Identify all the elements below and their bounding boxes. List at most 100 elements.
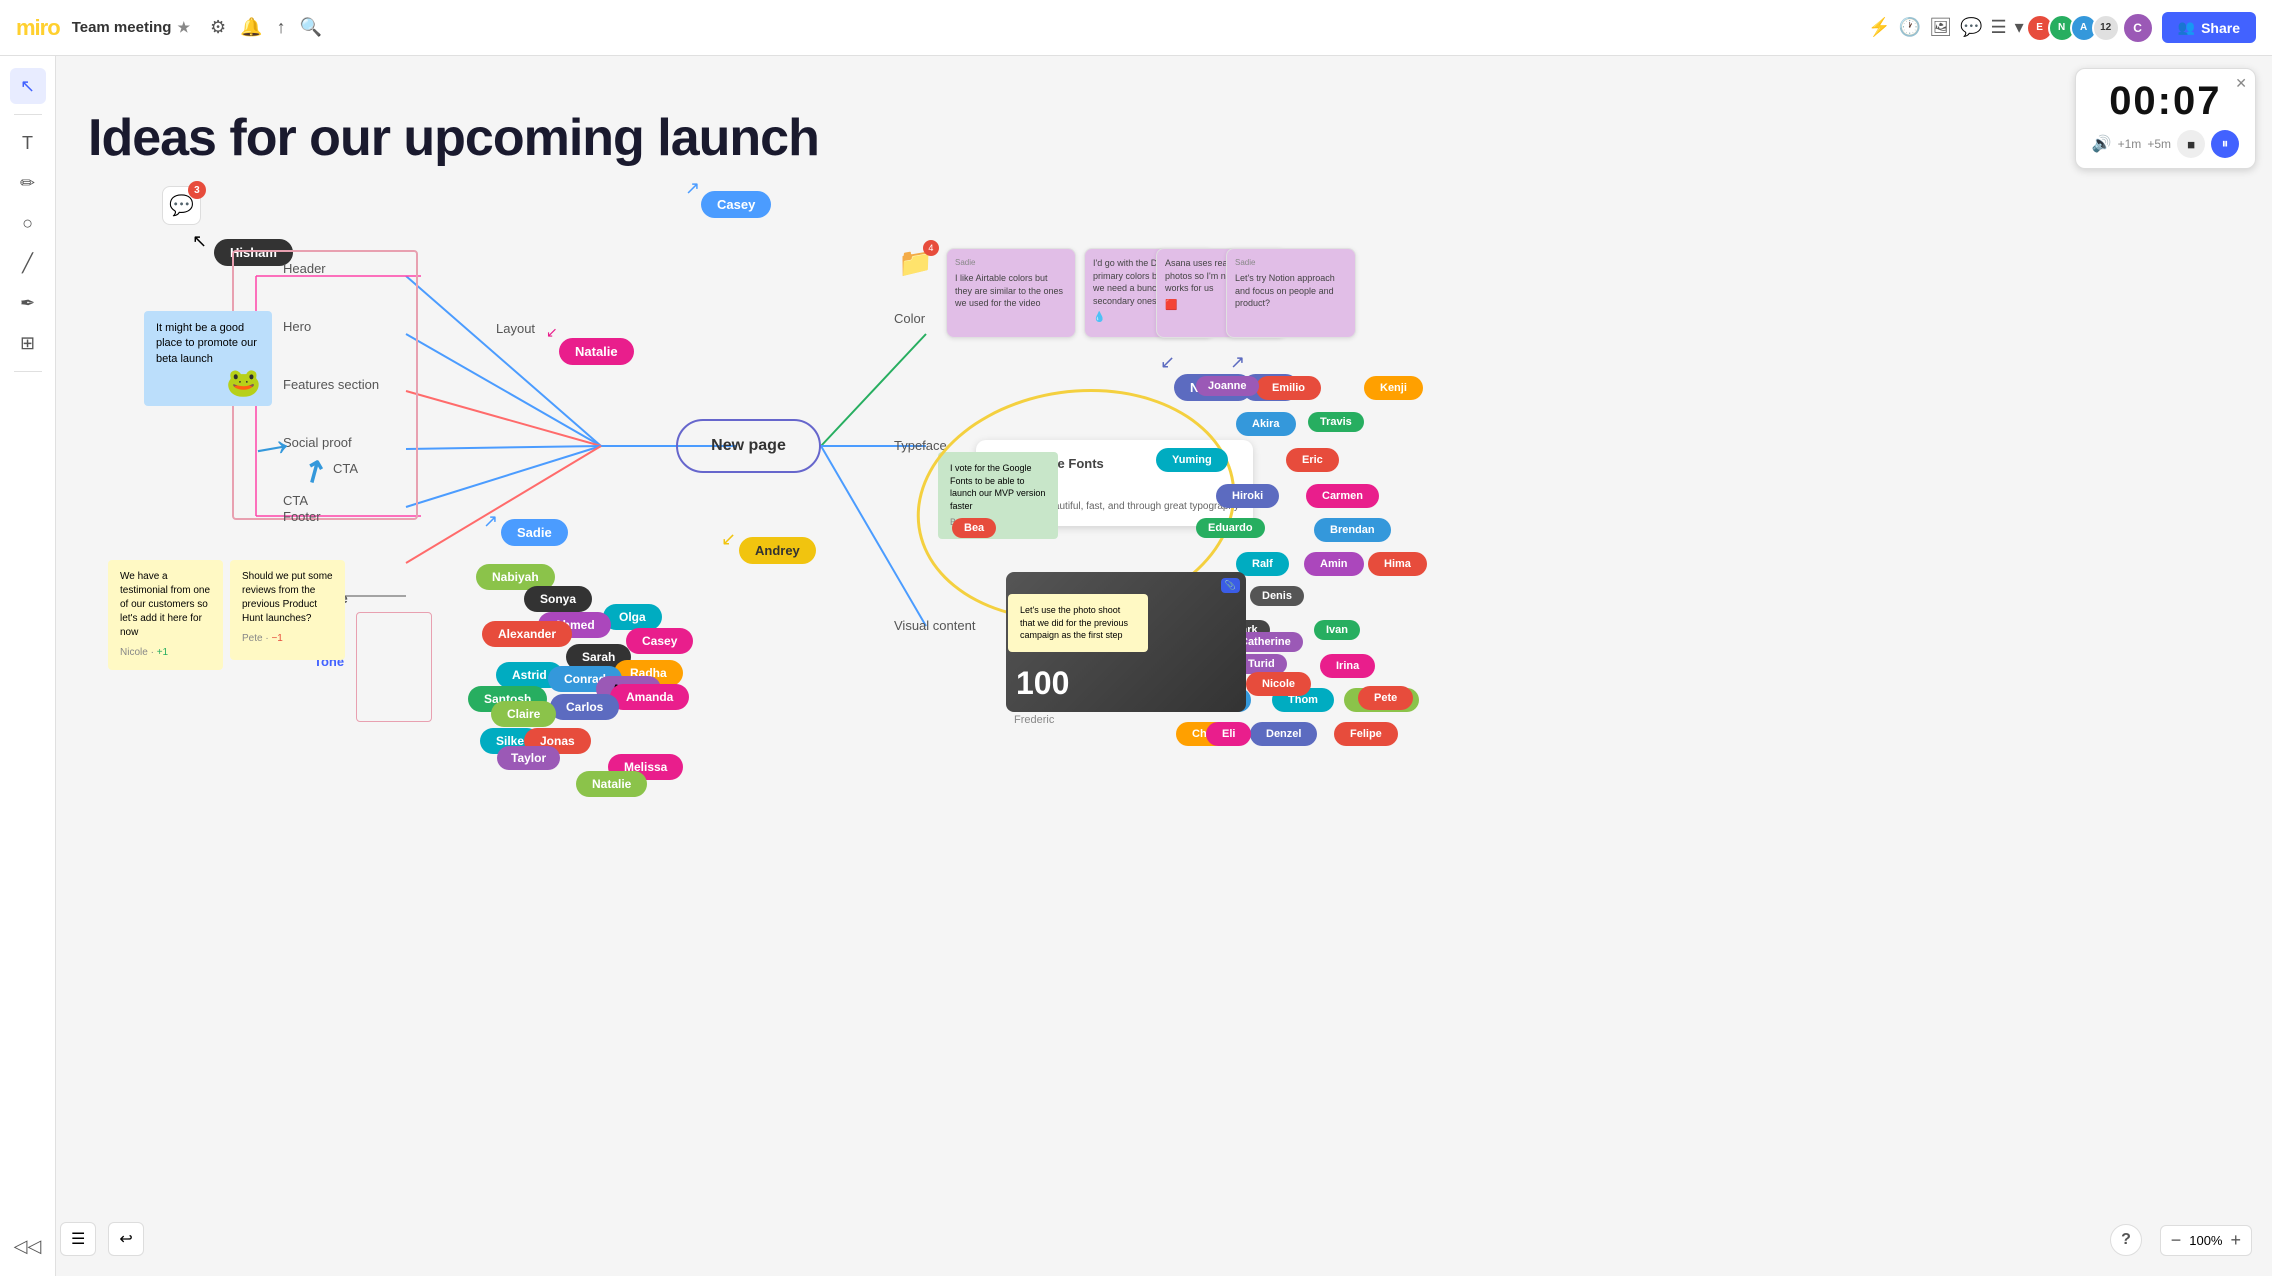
pages-button[interactable]: ☰ xyxy=(60,1222,96,1256)
avatar-count[interactable]: 12 xyxy=(2092,14,2120,42)
arrow-decoration: → xyxy=(241,407,300,473)
user-avatar[interactable]: C xyxy=(2122,12,2154,44)
board-title[interactable]: Team meeting ★ xyxy=(72,19,190,36)
label-typeface: Typeface xyxy=(894,438,947,453)
sticky-photo-shoot[interactable]: Let's use the photo shoot that we did fo… xyxy=(1008,594,1148,652)
grid-tool[interactable]: ⊞ xyxy=(10,325,46,361)
node-brendan[interactable]: Brendan xyxy=(1314,518,1391,542)
node-casey-bottom[interactable]: Casey xyxy=(626,628,693,654)
node-kenji[interactable]: Kenji xyxy=(1364,376,1423,400)
node-travis[interactable]: Travis xyxy=(1308,412,1364,432)
node-alexander[interactable]: Alexander xyxy=(482,621,572,647)
node-emilio[interactable]: Emilio xyxy=(1256,376,1321,400)
card-airtable[interactable]: Sadie I like Airtable colors but they ar… xyxy=(946,248,1076,338)
node-eli[interactable]: Eli xyxy=(1206,722,1251,746)
node-akira[interactable]: Akira xyxy=(1236,412,1296,436)
sticky-user-1: Nicole · +1 xyxy=(120,646,211,660)
comment-bubble[interactable]: 💬 3 xyxy=(162,186,201,225)
zoom-level: 100% xyxy=(2189,1233,2222,1248)
node-joanne[interactable]: Joanne xyxy=(1196,376,1259,396)
node-olga[interactable]: Olga xyxy=(603,604,662,630)
card-text-4: Let's try Notion approach and focus on p… xyxy=(1235,272,1347,310)
search-icon[interactable]: 🔍 xyxy=(300,17,322,38)
node-eric[interactable]: Eric xyxy=(1286,448,1339,472)
node-hima[interactable]: Hima xyxy=(1368,552,1427,576)
bottom-left-tools: ☰ ↩ xyxy=(60,1222,144,1256)
sticky-testimonial[interactable]: We have a testimonial from one of our cu… xyxy=(108,560,223,670)
node-pete[interactable]: Pete xyxy=(1358,686,1413,710)
label-footer: Footer xyxy=(283,509,321,524)
timer-pause-button[interactable]: ⏸ xyxy=(2211,130,2239,158)
settings-icon[interactable]: ⚙ xyxy=(210,17,226,38)
cursor-hisham: ↖ xyxy=(192,231,207,252)
node-nicole[interactable]: Nicole xyxy=(1246,672,1311,696)
topbar-icons: ⚙ 🔔 ↑ 🔍 xyxy=(210,17,322,38)
node-carlos[interactable]: Carlos xyxy=(550,694,619,720)
node-carmen[interactable]: Carmen xyxy=(1306,484,1379,508)
node-yuming[interactable]: Yuming xyxy=(1156,448,1228,472)
node-eduardo[interactable]: Eduardo xyxy=(1196,518,1265,538)
node-ivan[interactable]: Ivan xyxy=(1314,620,1360,640)
node-natalie-bottom[interactable]: Natalie xyxy=(576,771,647,797)
zoom-in-button[interactable]: + xyxy=(2230,1230,2241,1251)
cursor-natalie: ↙ xyxy=(546,324,558,341)
node-denzel[interactable]: Denzel xyxy=(1250,722,1317,746)
text-tool[interactable]: T xyxy=(10,125,46,161)
undo-button[interactable]: ↩ xyxy=(108,1222,143,1256)
label-features: Features section xyxy=(283,377,379,392)
node-bea[interactable]: Bea xyxy=(952,518,996,538)
lightning-icon[interactable]: ⚡ xyxy=(1868,17,1890,38)
star-icon[interactable]: ★ xyxy=(177,19,190,36)
zoom-out-button[interactable]: − xyxy=(2171,1230,2182,1251)
more-icon[interactable]: ▾ xyxy=(2015,17,2024,38)
node-hiroki[interactable]: Hiroki xyxy=(1216,484,1279,508)
label-layout: Layout xyxy=(496,321,535,336)
select-tool[interactable]: ↖ xyxy=(10,68,46,104)
timer-close-button[interactable]: ✕ xyxy=(2235,75,2247,92)
sticky-reviews[interactable]: Should we put some reviews from the prev… xyxy=(230,560,345,660)
node-irina[interactable]: Irina xyxy=(1320,654,1375,678)
timer-plus5m[interactable]: +5m xyxy=(2147,137,2171,151)
draw-tool[interactable]: ✏ xyxy=(10,165,46,201)
node-ralf[interactable]: Ralf xyxy=(1236,552,1289,576)
timer-widget: ✕ 00:07 🔊 +1m +5m ■ ⏸ xyxy=(2075,68,2256,169)
label-color: Color xyxy=(894,311,925,326)
card-header-1: Sadie xyxy=(955,257,1067,268)
node-amin[interactable]: Amin xyxy=(1304,552,1364,576)
cursor-andrey: ↙ xyxy=(721,529,736,550)
node-felipe[interactable]: Felipe xyxy=(1334,722,1398,746)
more-tools[interactable]: ◁◁ xyxy=(10,1228,46,1264)
tone-box xyxy=(356,612,432,722)
share-icon: 👥 xyxy=(2178,19,2195,36)
timer-icon[interactable]: 🕐 xyxy=(1899,17,1921,38)
help-button[interactable]: ? xyxy=(2110,1224,2142,1256)
comment-icon[interactable]: 💬 xyxy=(1960,17,1982,38)
share-upload-icon[interactable]: ↑ xyxy=(277,17,286,38)
video-score: 100 xyxy=(1016,665,1069,702)
avatar-group: E N A 12 xyxy=(2032,14,2120,42)
video-badge: 📎 xyxy=(1221,578,1240,593)
folder-icon[interactable]: 📁 4 xyxy=(898,246,933,279)
share-button[interactable]: 👥 Share xyxy=(2162,12,2256,43)
card-notion[interactable]: Sadie Let's try Notion approach and focu… xyxy=(1226,248,1356,338)
menu-icon[interactable]: ☰ xyxy=(1990,17,2006,38)
toolbar-separator xyxy=(14,114,42,115)
node-sonya[interactable]: Sonya xyxy=(524,586,592,612)
image-icon[interactable]: 🖼 xyxy=(1929,17,1952,38)
cursor-label-natalie: Natalie xyxy=(559,338,634,365)
timer-plus1m[interactable]: +1m xyxy=(2118,137,2142,151)
center-node[interactable]: New page xyxy=(676,419,821,473)
node-claire[interactable]: Claire xyxy=(491,701,556,727)
timer-sound-icon[interactable]: 🔊 xyxy=(2092,134,2112,154)
zoom-controls: − 100% + xyxy=(2160,1225,2252,1256)
shape-tool[interactable]: ○ xyxy=(10,205,46,241)
card-text-1: I like Airtable colors but they are simi… xyxy=(955,272,1067,310)
bell-icon[interactable]: 🔔 xyxy=(240,17,262,38)
node-amanda[interactable]: Amanda xyxy=(610,684,689,710)
node-denis[interactable]: Denis xyxy=(1250,586,1304,606)
node-taylor[interactable]: Taylor xyxy=(497,746,560,770)
pen-tool[interactable]: ✒ xyxy=(10,285,46,321)
line-tool[interactable]: ╱ xyxy=(10,245,46,281)
timer-stop-button[interactable]: ■ xyxy=(2177,130,2205,158)
label-cta-text: CTA xyxy=(333,461,358,476)
